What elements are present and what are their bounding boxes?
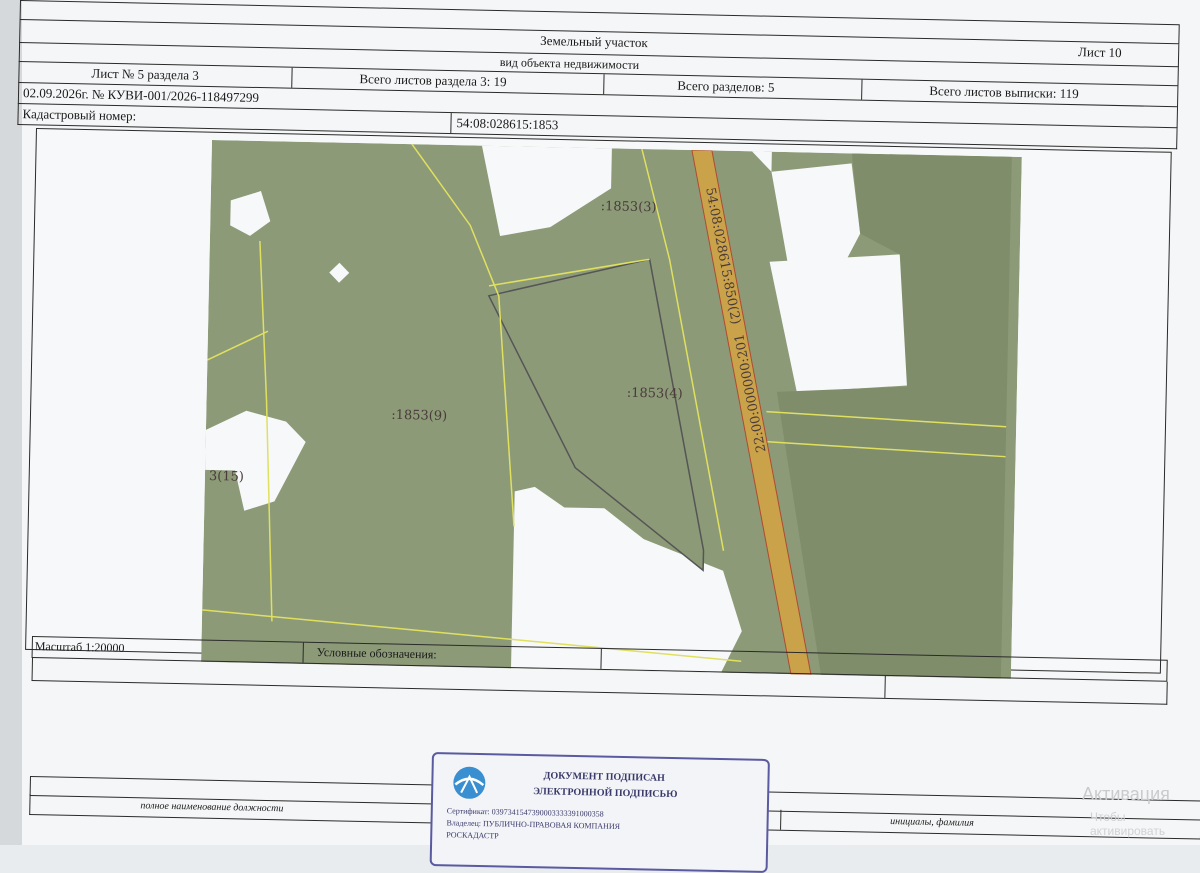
object-type: Земельный участок — [540, 32, 648, 51]
position-label: полное наименование должности — [140, 800, 284, 815]
label-part-3: :1853(3) — [601, 199, 657, 215]
sections-total: Всего разделов: 5 — [677, 77, 775, 95]
label-part-4: :1853(4) — [627, 386, 683, 402]
stamp-owner: Владелец: ПУБЛИЧНО-ПРАВОВАЯ КОМПАНИЯ — [446, 818, 621, 831]
section-sheet: Лист № 5 раздела 3 — [91, 65, 200, 83]
activation-watermark: Активация — [1082, 784, 1170, 804]
scale-text: Масштаб 1:20000 — [34, 639, 125, 655]
stamp-title-1: ДОКУМЕНТ ПОДПИСАН — [543, 770, 665, 784]
activation-watermark-sub: Чтобы активировать — [1090, 810, 1166, 838]
stamp-owner-2: РОСКАДАСТР — [446, 830, 499, 841]
extract-total: Всего листов выписки: 119 — [929, 83, 1079, 102]
object-kind: вид объекта недвижимости — [499, 55, 640, 72]
e-signature-stamp: ДОКУМЕНТ ПОДПИСАН ЭЛЕКТРОННОЙ ПОДПИСЬЮ С… — [429, 752, 770, 873]
section-total: Всего листов раздела 3: 19 — [359, 71, 507, 90]
legend-text: Условные обозначения: — [316, 644, 437, 662]
cadastral-value: 54:08:028615:1853 — [456, 115, 559, 133]
sheet-label: Лист 10 — [1077, 44, 1122, 61]
map-svg: :1853(3) :1853(4) :1853(9) 3(15) 54:08:0… — [201, 140, 1022, 679]
label-part-9: :1853(9) — [391, 408, 447, 424]
rosreestr-logo-icon — [453, 766, 486, 799]
stamp-cert: Сертификат: 0397341547390003333391000358 — [446, 806, 604, 819]
cadastral-label: Кадастровый номер: — [22, 106, 137, 124]
cadastral-map: :1853(3) :1853(4) :1853(9) 3(15) 54:08:0… — [201, 140, 1022, 679]
header-table: Земельный участок Лист 10 вид объекта не… — [17, 0, 1180, 150]
stamp-title-2: ЭЛЕКТРОННОЙ ПОДПИСЬЮ — [533, 786, 678, 801]
initials-label: инициалы, фамилия — [890, 816, 974, 829]
label-part-15: 3(15) — [209, 469, 244, 485]
